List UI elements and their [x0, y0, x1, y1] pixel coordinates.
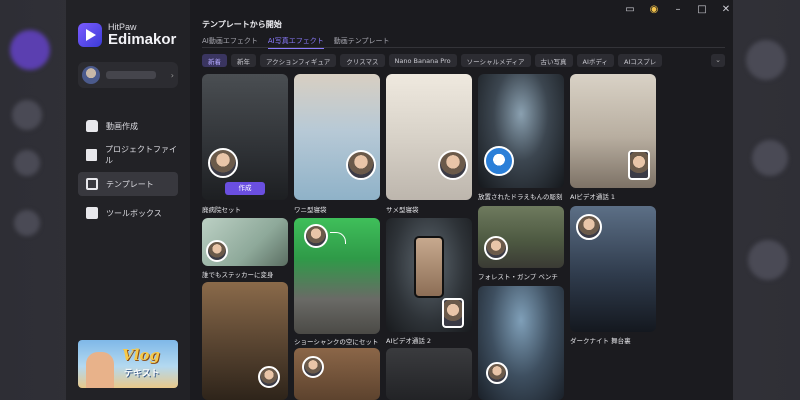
template-face-thumbnail: [304, 224, 328, 248]
template-title: AIビデオ通話 1: [570, 193, 616, 201]
template-card[interactable]: [478, 74, 564, 188]
vlog-promo-banner[interactable]: Vlog テキスト: [78, 340, 178, 388]
chip-action-figure[interactable]: アクションフィギュア: [260, 54, 337, 67]
template-title: ダークナイト 舞台裏: [570, 337, 631, 345]
template-card[interactable]: 作成: [202, 74, 288, 200]
chip-old-photo[interactable]: 古い写真: [534, 54, 573, 67]
template-face-thumbnail: [258, 366, 280, 388]
chat-icon[interactable]: ▭: [624, 4, 636, 16]
phone-screen-image: [414, 236, 444, 298]
template-title: ショーシャンクの空にセット: [294, 338, 379, 346]
template-card[interactable]: [478, 286, 564, 400]
template-face-thumbnail: [442, 298, 464, 328]
chip-new-year[interactable]: 新年: [231, 54, 256, 67]
blurred-background-shape: [14, 150, 40, 176]
maximize-icon[interactable]: □: [696, 4, 708, 16]
template-face-thumbnail: [438, 150, 468, 180]
template-card[interactable]: [570, 206, 656, 332]
chip-ai-body[interactable]: AIボディ: [576, 54, 614, 67]
sidebar-item-label: テンプレート: [106, 179, 154, 189]
bell-icon[interactable]: ◉: [648, 4, 660, 16]
blurred-background-shape: [752, 140, 788, 176]
chip-ai-cosplay[interactable]: AIコスプレ: [617, 54, 663, 67]
sidebar-item-label: 動画作成: [106, 121, 138, 131]
template-face-thumbnail: [484, 236, 508, 260]
home-icon: [86, 120, 98, 132]
template-face-thumbnail: [484, 146, 514, 176]
window-controls: ▭ ◉ – □ ✕: [624, 4, 732, 16]
chevron-right-icon: ›: [170, 70, 174, 80]
template-face-thumbnail: [628, 150, 650, 180]
template-face-thumbnail: [206, 240, 228, 262]
blurred-background-shape: [748, 240, 788, 280]
template-card[interactable]: [294, 218, 380, 334]
sidebar: HitPaw Edimakor › 動画作成 プロジェクトファイル テンプレート: [66, 0, 190, 400]
template-card[interactable]: [386, 348, 472, 400]
folder-plus-icon: [86, 149, 97, 161]
template-face-thumbnail: [346, 150, 376, 180]
sidebar-nav: 動画作成 プロジェクトファイル テンプレート ツールボックス: [78, 114, 178, 230]
template-title: ワニ型寝袋: [294, 206, 327, 214]
tab-divider: [202, 47, 725, 48]
template-card[interactable]: [478, 206, 564, 268]
arrow-decoration: [330, 232, 346, 244]
template-title: AIビデオ通話 2: [386, 337, 432, 345]
close-icon[interactable]: ✕: [720, 4, 732, 16]
template-card[interactable]: [386, 218, 472, 332]
sidebar-item-create-video[interactable]: 動画作成: [78, 114, 178, 138]
chip-new[interactable]: 新着: [202, 54, 227, 67]
template-face-thumbnail: [302, 356, 324, 378]
template-face-thumbnail: [486, 362, 508, 384]
minimize-icon[interactable]: –: [672, 4, 684, 16]
template-card[interactable]: [294, 74, 380, 200]
main-content: ▭ ◉ – □ ✕ テンプレートから開始 AI動画エフェクト AI写真エフェクト…: [190, 0, 733, 400]
account-switcher[interactable]: ›: [78, 62, 178, 88]
sidebar-item-templates[interactable]: テンプレート: [78, 172, 178, 196]
toolbox-icon: [86, 207, 98, 219]
template-icon: [86, 178, 98, 190]
edimakor-logo-icon: [78, 23, 102, 47]
template-title: フォレスト・ガンプ ベンチ: [478, 273, 558, 281]
blurred-background-shape: [14, 210, 40, 236]
promo-subtitle: テキスト: [124, 369, 160, 379]
app-window: HitPaw Edimakor › 動画作成 プロジェクトファイル テンプレート: [66, 0, 733, 400]
sidebar-item-toolbox[interactable]: ツールボックス: [78, 201, 178, 225]
chip-christmas[interactable]: クリスマス: [340, 54, 385, 67]
template-title: 誰でもステッカーに変身: [202, 271, 274, 279]
promo-title: Vlog: [122, 346, 160, 364]
sidebar-item-label: ツールボックス: [106, 208, 162, 218]
chevron-down-icon[interactable]: ⌄: [711, 54, 725, 67]
blurred-background-shape: [10, 30, 50, 70]
template-card[interactable]: [294, 348, 380, 400]
sidebar-item-label: プロジェクトファイル: [104, 145, 177, 165]
sidebar-item-project-files[interactable]: プロジェクトファイル: [78, 143, 178, 167]
promo-character-image: [86, 352, 114, 388]
template-card[interactable]: [202, 282, 288, 400]
chip-nano-banana-pro[interactable]: Nano Banana Pro: [388, 54, 457, 67]
template-face-thumbnail: [576, 214, 602, 240]
template-card[interactable]: [570, 74, 656, 188]
template-card[interactable]: [202, 218, 288, 266]
blurred-background-shape: [746, 40, 786, 80]
template-title: 廃病院セット: [202, 206, 241, 214]
filter-chips: 新着 新年 アクションフィギュア クリスマス Nano Banana Pro ソ…: [202, 54, 663, 67]
app-logo: HitPaw Edimakor: [78, 22, 176, 48]
create-button[interactable]: 作成: [225, 182, 265, 195]
brand-name: Edimakor: [108, 31, 177, 48]
blurred-username: [106, 71, 156, 79]
page-title: テンプレートから開始: [202, 20, 282, 29]
template-title: 放置されたドラえもんの彫刻: [478, 193, 563, 201]
template-title: サメ型寝袋: [386, 206, 419, 214]
brand-text: HitPaw Edimakor: [108, 22, 176, 48]
avatar: [82, 66, 100, 84]
template-face-thumbnail: [208, 148, 238, 178]
template-card[interactable]: [386, 74, 472, 200]
blurred-background-shape: [12, 100, 42, 130]
chip-social-media[interactable]: ソーシャルメディア: [460, 54, 531, 67]
